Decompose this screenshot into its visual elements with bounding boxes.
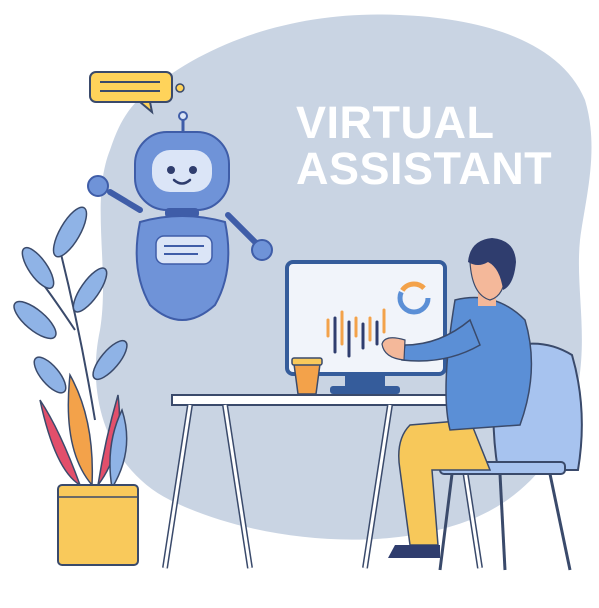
headline: VIRTUAL ASSISTANT <box>296 100 552 192</box>
virtual-assistant-illustration: VIRTUAL ASSISTANT <box>0 0 599 608</box>
headline-line-2: ASSISTANT <box>296 143 553 194</box>
headline-line-1: VIRTUAL <box>296 97 495 148</box>
illustration-art <box>13 14 592 571</box>
